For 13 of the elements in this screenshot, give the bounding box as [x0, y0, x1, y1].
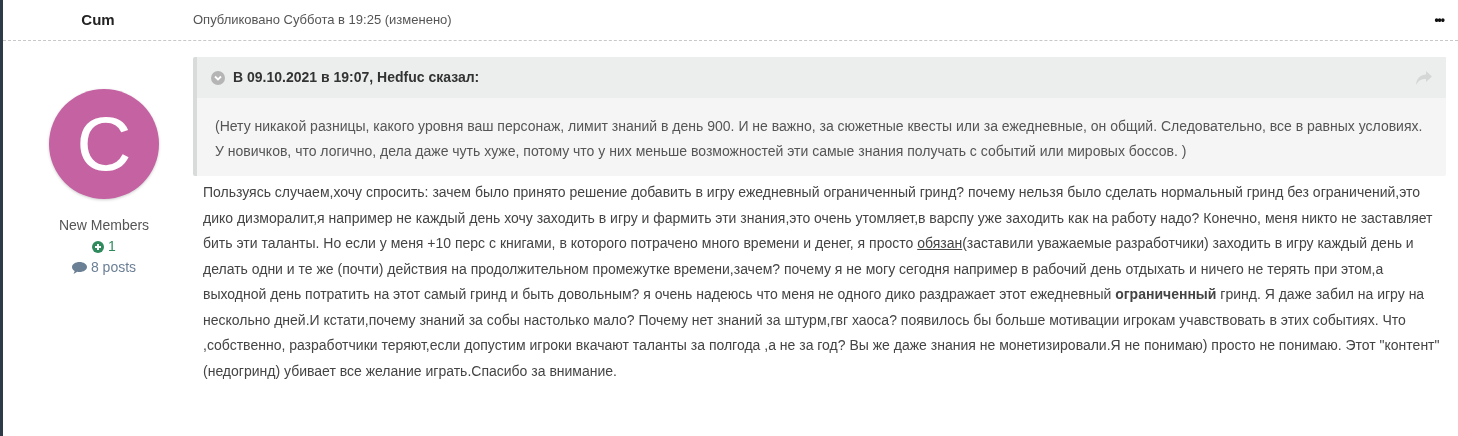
- post-count[interactable]: 8 posts: [90, 257, 137, 278]
- avatar[interactable]: C: [49, 89, 159, 199]
- post-text: Пользуясь случаем,хочу спросить: зачем было принято решение добавить в игру ежедневный ограниченный гринд? почему нельзя было сделать нормальный гринд без ограничений,это дико дизморалит,я например не каждый день хочу заходить в игру и фармить эти знания,это очень утомляет,в варспу уже заходить как на работу надо? Конечно, меня никто не заставляет бить эти таланты. Но если у меня +10 перс с книгами, в которого потрачено много времени и денег, я просто обязан(заставили уважаемые разработчики) заходить в игру каждый день и делать одни и те же (почти) действия на продолжительном промежутке времени,зачем? почему я не могу сегодня например в рабочий день отдыхать и ничего не терять при этом,а выходной день потратить на этот самый гринд и быть довольным? я очень надеюсь что меня не одного дико раздражает этот ежедневный ограниченный гринд. Я даже забил на игру на нескольно дней.И кстати,почему знаний за собы настолько мало? Почему нет знаний за штурм,гвг хаоса? появилось бы больше мотивации игрокам учавствовать в этих событиях. Что ,собственно, разработчики теряют,если допустим игроки вкачают таланты за полгода ,а не за год? Вы же даже знания не монетизировали.Я не понимаю) просто не понимаю. Этот "контент" (недогринд) убивает все желание играть.Спасибо за внимание.: [202, 183, 1441, 381]
- post-date: Опубликовано Суббота в 19:25 (изменено): [193, 11, 452, 30]
- quote-citation: В 09.10.2021 в 19:07, Hedfuc сказал:: [233, 68, 480, 87]
- speech-bubble-icon: [71, 261, 87, 274]
- quote-text: (Нету никакой разницы, какого уровня ваш персонаж, лимит знаний в день 900. И не важно, за сюжетные квесты или за ежедневные, он общий. Следовательно, все в равных условиях. У новичков, что логично, дела даже чуть хуже, потому что у них меньше возможностей эти самые знания получать с событий или мировых боссов. ): [214, 117, 1424, 161]
- more-options-button[interactable]: •••: [1434, 14, 1458, 26]
- member-group: New Members: [58, 215, 150, 236]
- chevron-down-icon[interactable]: [211, 70, 225, 85]
- reputation-count: 1: [108, 237, 116, 256]
- plus-circle-icon: [92, 240, 105, 253]
- author-name[interactable]: Cum: [81, 10, 115, 28]
